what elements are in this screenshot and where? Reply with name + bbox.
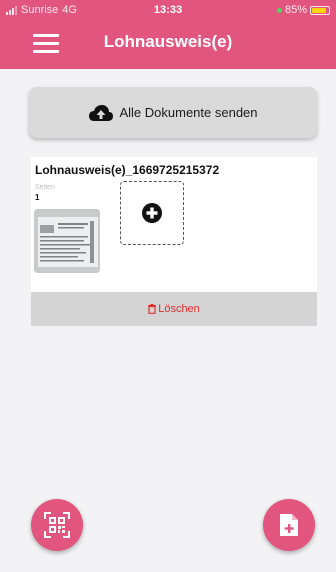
title-row: Lohnausweis(e) [0, 22, 336, 69]
battery-percent: 85% [284, 4, 307, 16]
add-document-icon [280, 514, 298, 536]
document-thumbnail-image [34, 209, 100, 273]
pages-count: 1 [35, 193, 40, 202]
cloud-upload-icon [89, 104, 114, 121]
battery-icon [310, 5, 330, 15]
page-title: Lohnausweis(e) [103, 32, 233, 51]
qr-scan-icon [44, 512, 70, 538]
add-page-button[interactable] [120, 181, 184, 245]
delete-label: Löschen [158, 303, 200, 315]
qr-scan-button[interactable] [31, 499, 83, 551]
status-bar: Sunrise 4G 13:33 85% [0, 0, 336, 22]
add-document-button[interactable] [263, 499, 315, 551]
page-thumbnail[interactable] [34, 209, 100, 273]
app-header: Sunrise 4G 13:33 85% Lohnausweis(e) [0, 0, 336, 69]
document-name: Lohnausweis(e)_1669725215372 [35, 163, 220, 177]
plus-circle-icon [142, 203, 162, 223]
location-dot-icon [276, 7, 282, 13]
pages-label: Seiten [35, 184, 55, 191]
delete-button[interactable]: Löschen [31, 292, 317, 326]
send-all-label: Alle Dokumente senden [119, 105, 258, 120]
trash-icon [148, 304, 157, 314]
send-all-button[interactable]: Alle Dokumente senden [29, 87, 317, 138]
status-right: 85% [276, 4, 330, 16]
